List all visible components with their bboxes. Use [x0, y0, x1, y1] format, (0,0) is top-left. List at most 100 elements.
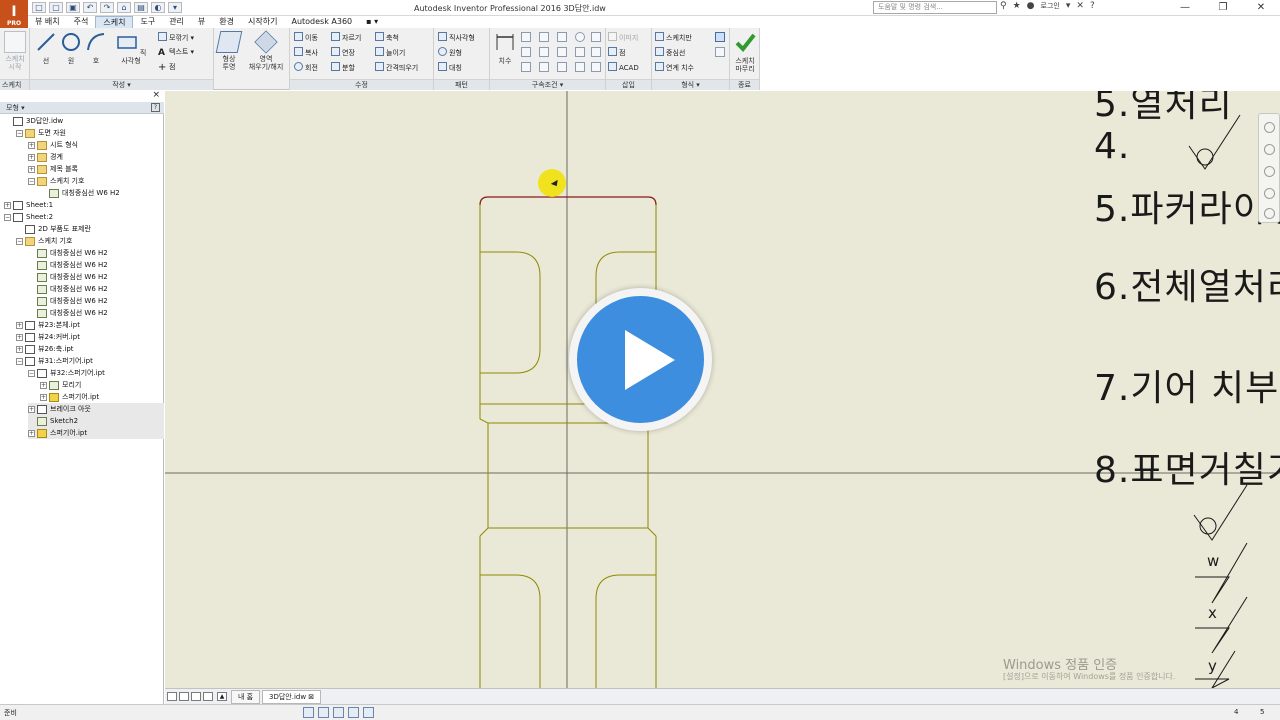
expand-toggle-icon[interactable]: −: [4, 213, 11, 221]
tree-node[interactable]: − Sheet:2: [4, 211, 164, 223]
ribbon-tab[interactable]: 환경: [212, 16, 241, 28]
expand-toggle-icon[interactable]: +: [16, 333, 23, 341]
tree-node[interactable]: − 뷰32:스퍼기어.ipt: [28, 367, 164, 379]
tree-node[interactable]: Sketch2: [28, 415, 164, 427]
steering-wheel-icon[interactable]: [1264, 122, 1275, 133]
orbit-icon[interactable]: [1264, 188, 1275, 199]
quick-access-icon[interactable]: ↶: [83, 2, 97, 13]
ribbon-tab[interactable]: 뷰 배치: [28, 16, 67, 28]
cascade-icon[interactable]: [191, 692, 201, 701]
quick-access-icon[interactable]: ▤: [134, 2, 148, 13]
expand-toggle-icon[interactable]: +: [40, 381, 47, 389]
sketch-grid-icon[interactable]: [303, 707, 314, 718]
move-button[interactable]: 이동: [294, 32, 318, 43]
quick-access-icon[interactable]: ⌂: [117, 2, 131, 13]
project-geometry-button[interactable]: 형상 투영: [215, 31, 243, 71]
help-icon[interactable]: ?: [151, 103, 160, 112]
tree-node[interactable]: 2D 부품도 표제란: [16, 223, 164, 235]
fillet-button[interactable]: 모깎기 ▾: [158, 32, 194, 43]
coincident-icon[interactable]: [521, 32, 531, 42]
tree-node[interactable]: + 시트 형식: [28, 139, 164, 151]
tree-node[interactable]: 대칭중심선 W6 H2: [28, 295, 164, 307]
scale-button[interactable]: 축척: [375, 32, 399, 43]
expand-toggle-icon[interactable]: +: [28, 405, 35, 413]
chevron-down-icon[interactable]: ▾: [1066, 1, 1071, 11]
tree-node[interactable]: + 경계: [28, 151, 164, 163]
equal-icon[interactable]: [575, 62, 585, 72]
tab-3d-answer-idw[interactable]: 3D답안.idw ⊠: [262, 690, 322, 704]
tree-node[interactable]: − 뷰31:스퍼기어.ipt: [16, 355, 164, 367]
quick-access-icon[interactable]: ◐: [151, 2, 165, 13]
horizontal-icon[interactable]: [575, 47, 585, 57]
star-icon[interactable]: ★: [1013, 1, 1021, 11]
collinear-icon[interactable]: [521, 47, 531, 57]
tree-node[interactable]: + 뷰23:본체.ipt: [16, 319, 164, 331]
tree-node[interactable]: 대칭중심선 W6 H2: [28, 283, 164, 295]
offset-button[interactable]: 간격띄우기: [375, 62, 418, 73]
ribbon-tab[interactable]: 도구: [133, 16, 162, 28]
smooth-icon[interactable]: [557, 47, 567, 57]
parallel-icon[interactable]: [539, 47, 549, 57]
quick-access-icon[interactable]: ▾: [168, 2, 182, 13]
drawing-canvas[interactable]: 5.열처리 4. 5.파커라이징 6.전체열처리 7.기어 치부 8.표면거칠기…: [165, 91, 1280, 688]
tree-node[interactable]: + 스퍼기어.ipt: [40, 391, 164, 403]
close-button[interactable]: ✕: [1242, 0, 1280, 16]
expand-toggle-icon[interactable]: +: [28, 429, 35, 437]
help-search-input[interactable]: 도움말 및 명령 검색...: [873, 1, 997, 14]
copy-button[interactable]: 복사: [294, 47, 318, 58]
look-at-icon[interactable]: [1264, 208, 1275, 219]
expand-toggle-icon[interactable]: +: [16, 321, 23, 329]
stretch-button[interactable]: 늘이기: [375, 47, 405, 58]
fill-region-button[interactable]: 영역 채우기/해지: [244, 30, 288, 71]
concentric-icon[interactable]: [575, 32, 585, 42]
fix-lock-icon[interactable]: [591, 32, 601, 42]
expand-toggle-icon[interactable]: +: [4, 201, 11, 209]
perpendicular-icon[interactable]: [539, 32, 549, 42]
image-button[interactable]: 이미지: [608, 32, 638, 43]
point-button[interactable]: + 점: [158, 62, 175, 73]
sketch-snap-icon[interactable]: [318, 707, 329, 718]
tree-node[interactable]: + 브레이크 아웃: [28, 403, 164, 415]
sketch-only-button[interactable]: 스케치만: [655, 32, 692, 43]
show-constraints-icon[interactable]: [557, 62, 567, 72]
tree-node[interactable]: + Sheet:1: [4, 199, 164, 211]
start-sketch-button[interactable]: 스케치 시작: [1, 31, 29, 71]
tree-node[interactable]: − 스케치 기호: [16, 235, 164, 247]
tree-node[interactable]: 대칭중심선 W6 H2: [28, 259, 164, 271]
points-button[interactable]: 점: [608, 47, 625, 58]
relax-icon[interactable]: [591, 62, 601, 72]
split-button[interactable]: 분할: [331, 62, 355, 73]
expand-toggle-icon[interactable]: +: [28, 153, 35, 161]
mirror-button[interactable]: 대칭: [438, 62, 462, 73]
panel-format-label[interactable]: 형식 ▾: [652, 79, 729, 90]
expand-toggle-icon[interactable]: −: [28, 177, 35, 185]
browser-header[interactable]: 모형 ▾ ?: [0, 102, 164, 114]
finish-sketch-button[interactable]: 스케치 마무리: [731, 31, 759, 73]
restore-button[interactable]: ❐: [1204, 0, 1242, 16]
tree-node[interactable]: + 뷰26:축.ipt: [16, 343, 164, 355]
tree-node[interactable]: + 스퍼기어.ipt: [28, 427, 164, 439]
expand-toggle-icon[interactable]: +: [28, 141, 35, 149]
binoculars-icon[interactable]: ⚲: [1000, 1, 1007, 11]
zoom-icon[interactable]: [1264, 166, 1275, 177]
quick-access-icon[interactable]: ↷: [100, 2, 114, 13]
app-logo[interactable]: I PRO: [0, 0, 28, 28]
tangent-icon[interactable]: [557, 32, 567, 42]
extend-button[interactable]: 연장: [331, 47, 355, 58]
trim-button[interactable]: 자르기: [331, 32, 361, 43]
circle-button[interactable]: 원: [57, 31, 85, 65]
expand-toggle-icon[interactable]: +: [16, 345, 23, 353]
acad-button[interactable]: ACAD: [608, 62, 639, 73]
cross-icon[interactable]: ✕: [1076, 1, 1084, 11]
tree-node[interactable]: − 스케치 기호: [28, 175, 164, 187]
dof-icon[interactable]: [348, 707, 359, 718]
constraint-display-icon[interactable]: [333, 707, 344, 718]
ribbon-tab[interactable]: 관리: [162, 16, 191, 28]
driven-dimension-button[interactable]: 연계 치수: [655, 62, 694, 73]
vertical-icon[interactable]: [591, 47, 601, 57]
close-icon[interactable]: ×: [152, 90, 160, 100]
expand-toggle-icon[interactable]: −: [16, 129, 23, 137]
panel-create-label[interactable]: 작성 ▾: [30, 79, 213, 90]
tree-node[interactable]: + 제목 블록: [28, 163, 164, 175]
user-icon[interactable]: ●: [1027, 1, 1035, 11]
